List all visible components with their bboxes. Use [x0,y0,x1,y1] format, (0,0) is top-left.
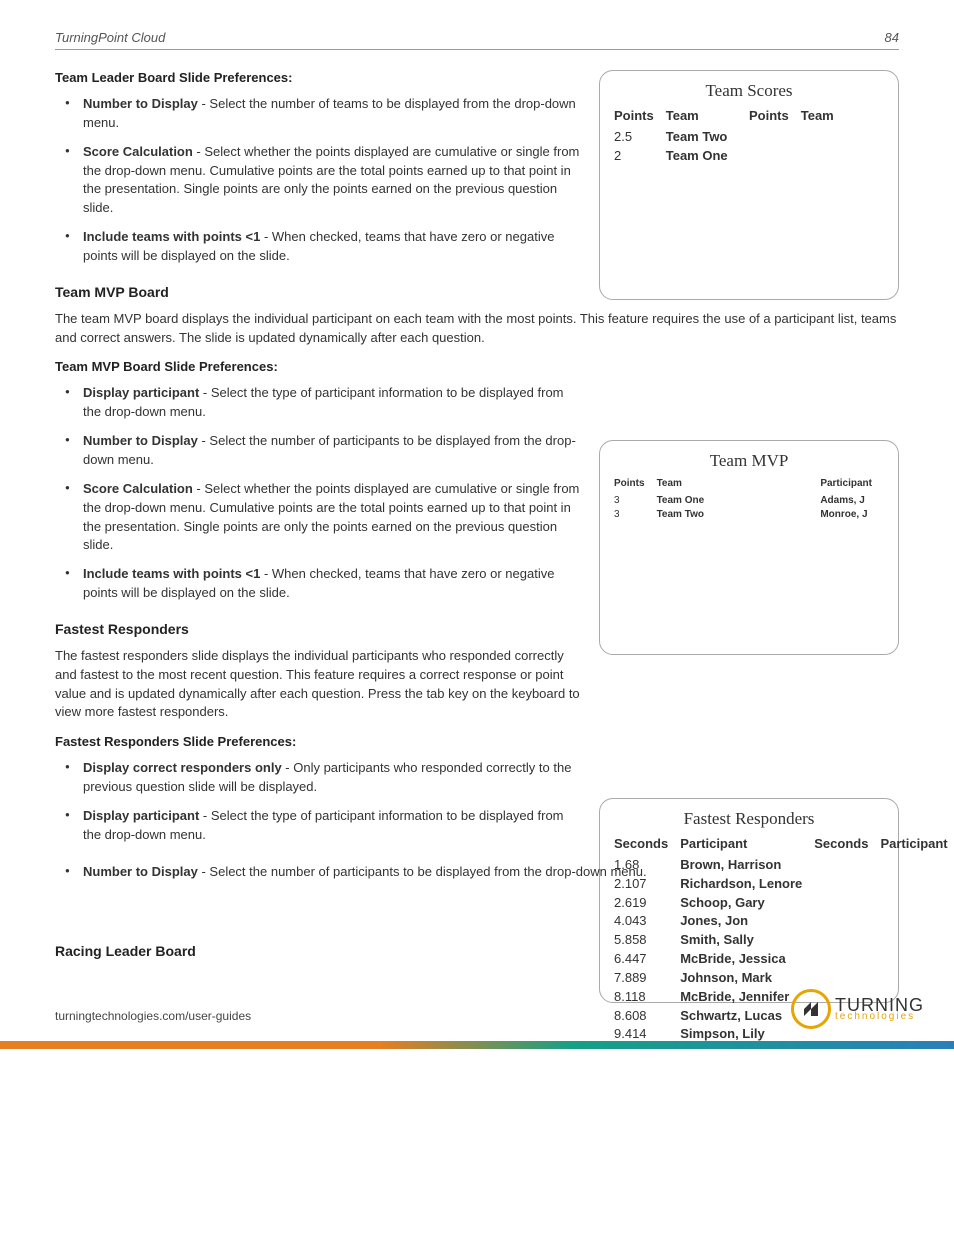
cell: Monroe, J [820,508,872,523]
section-heading: Fastest Responders Slide Preferences: [55,734,585,749]
col-header: Team [801,107,834,126]
team-mvp-panel: Team MVP Points 3 3 Team Team One Team T… [599,440,899,655]
cell: Team One [657,494,705,509]
list-item: Display participant - Select the type of… [83,807,585,845]
cell: 3 [614,494,645,509]
list-item: Display correct responders only - Only p… [83,759,585,797]
prefs-list: Display participant - Select the type of… [55,384,585,602]
section-heading: Team MVP Board Slide Preferences: [55,359,585,374]
cell: 2.619 [614,894,668,913]
item-label: Display participant [83,385,199,400]
item-label: Score Calculation [83,144,193,159]
item-label: Include teams with points <1 [83,229,260,244]
prefs-list: Display correct responders only - Only p… [55,759,585,844]
cell: Adams, J [820,494,872,509]
cell: 2 [614,147,654,166]
cell: Team Two [666,128,728,147]
cell: Johnson, Mark [680,969,802,988]
cell: 4.043 [614,912,668,931]
item-label: Number to Display [83,96,198,111]
panel-title: Fastest Responders [614,809,884,829]
item-label: Number to Display [83,433,198,448]
item-text: - Select the number of participants to b… [198,864,647,879]
list-item: Number to Display - Select the number of… [83,95,585,133]
fastest-responders-panel: Fastest Responders Seconds 1.68 2.107 2.… [599,798,899,1003]
item-label: Include teams with points <1 [83,566,260,581]
cell: Team Two [657,508,705,523]
brand-logo: TURNING technologies [791,989,924,1029]
prefs-list: Number to Display - Select the number of… [55,863,899,882]
page-number: 84 [885,30,899,45]
col-header: Team [657,477,705,492]
item-label: Score Calculation [83,481,193,496]
col-header: Points [614,477,645,492]
cell: Jones, Jon [680,912,802,931]
col-header: Participant [680,835,802,854]
cell: McBride, Jessica [680,950,802,969]
list-item: Include teams with points <1 - When chec… [83,228,585,266]
section-heading: Team Leader Board Slide Preferences: [55,70,585,85]
logo-icon [791,989,831,1029]
col-header: Points [614,107,654,126]
logo-text-sub: technologies [835,1013,924,1022]
list-item: Score Calculation - Select whether the p… [83,480,585,555]
list-item: Display participant - Select the type of… [83,384,585,422]
section-intro: The team MVP board displays the individu… [55,310,899,348]
item-label: Number to Display [83,864,198,879]
footer-accent-bar [0,1041,954,1049]
col-header: Seconds [814,835,868,854]
section-intro: The fastest responders slide displays th… [55,647,585,722]
cell: 8.118 [614,988,668,1007]
cell: 8.608 [614,1007,668,1026]
cell: Schoop, Gary [680,894,802,913]
list-item: Include teams with points <1 - When chec… [83,565,585,603]
panel-title: Team MVP [614,451,884,471]
col-header: Points [749,107,789,126]
item-label: Display participant [83,808,199,823]
list-item: Number to Display - Select the number of… [83,432,585,470]
panel-title: Team Scores [614,81,884,101]
cell: Smith, Sally [680,931,802,950]
cell: 7.889 [614,969,668,988]
col-header: Participant [820,477,872,492]
page-header: TurningPoint Cloud 84 [55,30,899,50]
cell: McBride, Jennifer [680,988,802,1007]
item-label: Display correct responders only [83,760,282,775]
cell: 5.858 [614,931,668,950]
cell: 2.5 [614,128,654,147]
list-item: Number to Display - Select the number of… [83,863,899,882]
cell: 6.447 [614,950,668,969]
cell: Schwartz, Lucas [680,1007,802,1026]
cell: Team One [666,147,728,166]
col-header: Seconds [614,835,668,854]
list-item: Score Calculation - Select whether the p… [83,143,585,218]
cell: 3 [614,508,645,523]
col-header: Participant [880,835,947,854]
footer-url: turningtechnologies.com/user-guides [55,1009,251,1023]
team-scores-panel: Team Scores Points 2.5 2 Team Team Two T… [599,70,899,300]
col-header: Team [666,107,728,126]
doc-title: TurningPoint Cloud [55,30,165,45]
prefs-list: Number to Display - Select the number of… [55,95,585,266]
